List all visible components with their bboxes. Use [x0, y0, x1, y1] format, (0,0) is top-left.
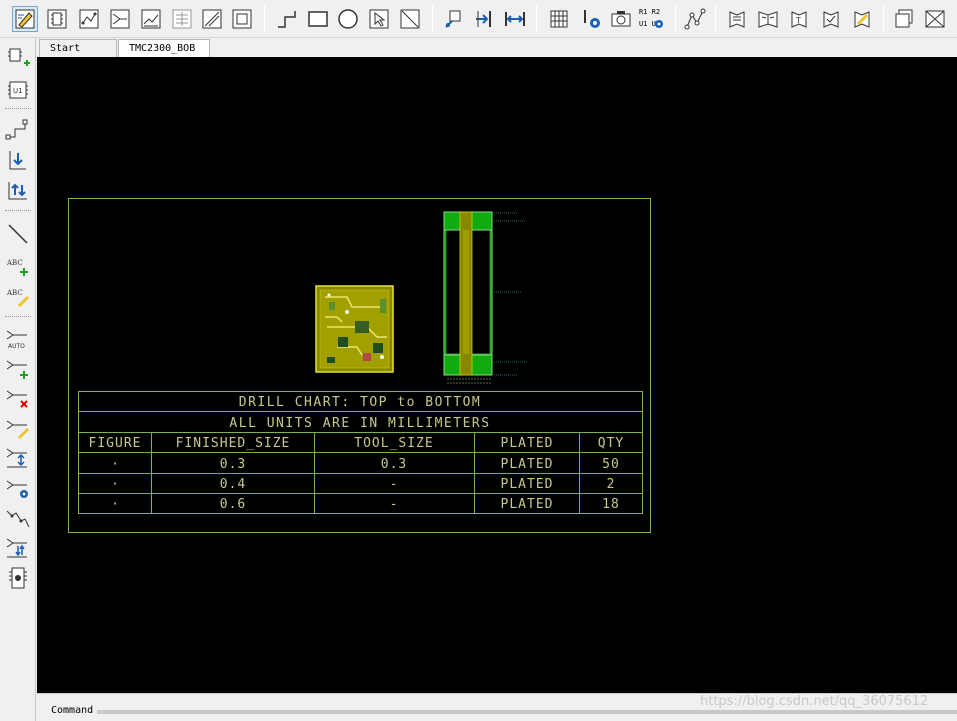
- edit-report-icon[interactable]: [849, 6, 875, 32]
- dimension-icon[interactable]: [502, 6, 528, 32]
- row2-tool-size: -: [390, 477, 399, 492]
- col-header-tool-size: TOOL_SIZE: [354, 436, 433, 451]
- draw-line-icon[interactable]: [4, 220, 32, 248]
- row2-figure: ·: [111, 477, 119, 492]
- watermark: https://blog.csdn.net/qq_36075612: [700, 694, 929, 709]
- rectangle-icon[interactable]: [305, 6, 331, 32]
- drill-icon[interactable]: [546, 6, 572, 32]
- close-window-icon[interactable]: [922, 6, 948, 32]
- add-route-icon[interactable]: [4, 354, 32, 382]
- drill-chart-title: DRILL CHART: TOP to BOTTOM: [239, 395, 482, 410]
- row3-qty: 18: [602, 497, 620, 512]
- board-stackup-view[interactable]: [443, 211, 527, 384]
- stretch-route-icon[interactable]: [4, 444, 32, 472]
- copy-window-icon[interactable]: [891, 6, 917, 32]
- row3-plated: PLATED: [501, 497, 554, 512]
- tab-start-page[interactable]: Start Page: [39, 39, 117, 71]
- add-text-label: ABC: [6, 259, 23, 267]
- connections-icon[interactable]: [682, 6, 708, 32]
- delete-route-icon[interactable]: [4, 384, 32, 412]
- row1-tool-size: 0.3: [381, 457, 407, 472]
- main-toolbar: R1 R2 U1 U2 T: [0, 0, 957, 38]
- report-book-icon[interactable]: [755, 6, 781, 32]
- col-header-finished-size: FINISHED_SIZE: [176, 436, 291, 451]
- route-icon[interactable]: [107, 6, 133, 32]
- tab-tmc2300-bob[interactable]: TMC2300_BOB: [118, 39, 210, 57]
- command-label: Command: [51, 705, 94, 716]
- drill-chart-subtitle: ALL UNITS ARE IN MILLIMETERS: [229, 416, 490, 431]
- edit-route-icon[interactable]: [4, 414, 32, 442]
- edit-text-icon[interactable]: ABC: [4, 282, 32, 310]
- chip-label: U1: [13, 87, 23, 95]
- row3-finished-size: 0.6: [220, 497, 246, 512]
- swap-route-icon[interactable]: [4, 534, 32, 562]
- refdes-gear-icon: [655, 20, 663, 28]
- auto-route-label: AUTO: [8, 343, 25, 350]
- route-settings-icon[interactable]: [4, 474, 32, 502]
- select-icon[interactable]: [366, 6, 392, 32]
- layers-icon[interactable]: [169, 6, 195, 32]
- document-tabs: Start Page TMC2300_BOB: [37, 38, 957, 71]
- line-shape-icon[interactable]: [397, 6, 423, 32]
- move-icon[interactable]: [441, 6, 467, 32]
- net-icon[interactable]: [76, 6, 102, 32]
- col-header-plated: PLATED: [501, 436, 554, 451]
- circle-icon[interactable]: [335, 6, 361, 32]
- component-icon[interactable]: [44, 6, 70, 32]
- swap-icon[interactable]: [4, 176, 32, 204]
- col-header-qty: QTY: [598, 436, 624, 451]
- import-icon[interactable]: [4, 146, 32, 174]
- zigzag-route-icon[interactable]: [4, 504, 32, 532]
- refdes-top-label: R1 R2: [639, 8, 661, 16]
- drawing-area[interactable]: DRILL CHART: TOP to BOTTOM ALL UNITS ARE…: [37, 57, 957, 693]
- report-icon[interactable]: [724, 6, 750, 32]
- edit-text-label: ABC: [6, 289, 23, 297]
- frame-icon[interactable]: [229, 6, 255, 32]
- edit-icon[interactable]: [12, 6, 38, 32]
- row2-finished-size: 0.4: [220, 477, 246, 492]
- camera-icon[interactable]: [608, 6, 634, 32]
- command-input[interactable]: [97, 710, 957, 714]
- col-header-figure: FIGURE: [89, 436, 142, 451]
- board-top-view[interactable]: [315, 285, 394, 373]
- pcb-icon[interactable]: [138, 6, 164, 32]
- row1-figure: ·: [111, 457, 119, 472]
- snap-icon[interactable]: [199, 6, 225, 32]
- row3-figure: ·: [111, 497, 119, 512]
- auto-route-icon[interactable]: AUTO: [4, 324, 32, 352]
- check-icon[interactable]: [818, 6, 844, 32]
- board-settings-icon[interactable]: [4, 564, 32, 592]
- wire-corner-icon[interactable]: [4, 116, 32, 144]
- refdes-icon[interactable]: R1 R2 U1 U2: [638, 6, 668, 32]
- app-window: R1 R2 U1 U2 T U1 ABC ABC AUTO Start TMC2…: [0, 0, 957, 721]
- row1-plated: PLATED: [501, 457, 554, 472]
- pcb-canvas[interactable]: DRILL CHART: TOP to BOTTOM ALL UNITS ARE…: [37, 57, 957, 693]
- row2-qty: 2: [607, 477, 616, 492]
- align-icon[interactable]: [471, 6, 497, 32]
- row1-finished-size: 0.3: [220, 457, 246, 472]
- settings-gear-icon[interactable]: [578, 6, 604, 32]
- corner-shape-icon[interactable]: [274, 6, 300, 32]
- row3-tool-size: -: [390, 497, 399, 512]
- report-text-icon[interactable]: T: [786, 6, 812, 32]
- add-part-icon[interactable]: [4, 44, 32, 72]
- svg-text:T: T: [795, 16, 801, 25]
- drill-chart-table: DRILL CHART: TOP to BOTTOM ALL UNITS ARE…: [78, 391, 643, 514]
- add-text-icon[interactable]: ABC: [4, 252, 32, 280]
- row1-qty: 50: [602, 457, 620, 472]
- left-toolbar: U1 ABC ABC AUTO: [0, 38, 36, 721]
- row2-plated: PLATED: [501, 477, 554, 492]
- chip-icon[interactable]: U1: [4, 76, 32, 104]
